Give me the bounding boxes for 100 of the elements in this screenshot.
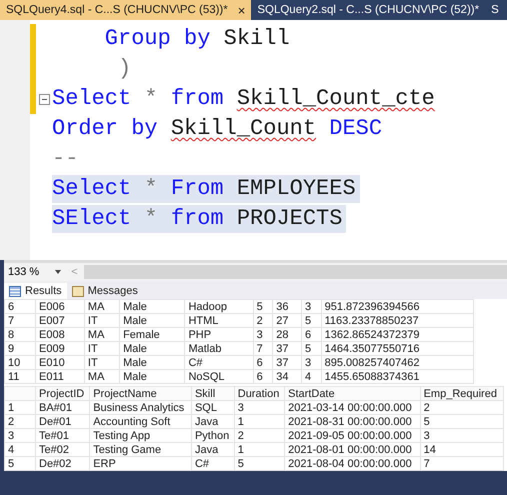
collapse-icon[interactable] [38, 94, 50, 104]
table-cell: 2 [234, 428, 285, 442]
table-cell: 37 [272, 342, 302, 356]
table-cell: 5 [302, 342, 322, 356]
table-cell: Java [191, 414, 234, 428]
row-number: 5 [4, 456, 36, 470]
row-number: 8 [4, 328, 36, 342]
code-line: Order by Skill_Count DESC [52, 115, 384, 143]
table-cell: 2021-09-05 00:00:00.000 [284, 428, 420, 442]
table-cell: BA#01 [36, 400, 90, 414]
table-cell: Male [120, 314, 185, 328]
table-cell: IT [84, 356, 120, 370]
table-cell: 7 [420, 456, 504, 470]
table-cell: Te#01 [36, 428, 90, 442]
table-cell: 3 [302, 300, 322, 314]
table-cell: 3 [420, 428, 504, 442]
row-number: 10 [4, 356, 36, 370]
table-cell: 2 [253, 314, 273, 328]
table-cell: 5 [420, 414, 504, 428]
table-cell: Female [120, 328, 185, 342]
table-cell: Accounting Soft [90, 414, 192, 428]
table-cell: MA [84, 328, 120, 342]
table-cell: 3 [234, 400, 285, 414]
column-header[interactable]: Duration [234, 386, 285, 400]
document-tab[interactable]: SQLQuery2.sql - C...S (CHUCNV\PC (52))* [251, 0, 486, 20]
column-header[interactable]: ProjectName [90, 386, 192, 400]
table-cell: 1362.86524372379 [321, 328, 474, 342]
table-cell: 5 [253, 300, 273, 314]
table-cell: Male [120, 300, 185, 314]
table-cell: 951.872396394566 [321, 300, 474, 314]
table-cell: 28 [272, 328, 302, 342]
close-button[interactable]: × [238, 2, 246, 18]
table-cell: 5 [234, 456, 285, 470]
row-number: 3 [4, 428, 36, 442]
table-cell: 27 [272, 314, 302, 328]
table-cell: Male [120, 370, 185, 384]
table-cell: Hadoop [184, 300, 254, 314]
table-cell: 5 [302, 314, 322, 328]
table-cell: 1 [234, 414, 285, 428]
table-cell: 1455.65088374361 [321, 370, 474, 384]
table-cell: De#01 [36, 414, 90, 428]
code-line: Group by Skill [104, 25, 291, 53]
table-cell: Java [191, 442, 234, 456]
table-cell: 34 [272, 370, 302, 384]
table-cell: 895.008257407462 [321, 356, 474, 370]
table-cell: 36 [272, 300, 302, 314]
code-line: Select * from Skill_Count_cte [52, 85, 436, 113]
table-cell: 3 [302, 356, 322, 370]
table-cell: 1163.23378850237 [321, 314, 474, 328]
table-cell: NoSQL [184, 370, 254, 384]
table-cell: IT [84, 342, 120, 356]
column-header[interactable]: Emp_Required [420, 386, 504, 400]
row-number: 9 [4, 342, 36, 356]
table-cell: E008 [36, 328, 84, 342]
results-tab[interactable]: Results [4, 283, 67, 299]
table-cell: 2021-03-14 00:00:00.000 [284, 400, 420, 414]
table-cell: De#02 [36, 456, 90, 470]
grid-icon [9, 286, 21, 296]
table-cell: 37 [272, 356, 302, 370]
table-cell: Te#02 [36, 442, 90, 456]
table-cell: Testing Game [90, 442, 192, 456]
table-cell: 3 [253, 328, 273, 342]
document-icon [72, 286, 84, 296]
table-cell: 7 [253, 342, 273, 356]
code-line: -- [52, 145, 80, 173]
horizontal-scrollbar[interactable] [84, 265, 507, 279]
table-cell: 14 [420, 442, 504, 456]
table-cell: 6 [253, 356, 273, 370]
column-header[interactable]: StartDate [284, 386, 420, 400]
table-cell: 1464.35077550716 [321, 342, 474, 356]
table-cell: MA [84, 300, 120, 314]
table-cell: E006 [36, 300, 84, 314]
document-tab[interactable]: SQLQuery4.sql - C...S (CHUCNV\PC (53))* × [0, 0, 252, 20]
document-tab[interactable]: S [485, 0, 505, 20]
table-cell: Matlab [184, 342, 254, 356]
row-number: 11 [4, 370, 36, 384]
column-header[interactable]: Skill [191, 386, 234, 400]
table-cell: Male [120, 342, 185, 356]
table-cell: C# [191, 456, 234, 470]
table-cell: E010 [36, 356, 84, 370]
table-cell: Testing App [90, 428, 192, 442]
table-cell: Male [120, 356, 185, 370]
table-cell: Python [191, 428, 234, 442]
table-cell: ERP [90, 456, 192, 470]
table-cell: E011 [36, 370, 84, 384]
column-header[interactable]: ProjectID [36, 386, 90, 400]
table-cell: 2021-08-04 00:00:00.000 [284, 456, 420, 470]
row-number: 4 [4, 442, 36, 456]
row-number: 1 [4, 400, 36, 414]
table-cell: Business Analytics [90, 400, 192, 414]
results-tab[interactable]: Messages [66, 283, 143, 299]
zoom-dropdown[interactable]: 133 % [4, 263, 66, 281]
row-number: 7 [4, 314, 36, 328]
table-cell: C# [184, 356, 254, 370]
table-cell: SQL [191, 400, 234, 414]
table-cell: 4 [302, 370, 322, 384]
table-cell: 1 [234, 442, 285, 456]
table-cell: PHP [184, 328, 254, 342]
table-cell: MA [84, 370, 120, 384]
row-number: 6 [4, 300, 36, 314]
